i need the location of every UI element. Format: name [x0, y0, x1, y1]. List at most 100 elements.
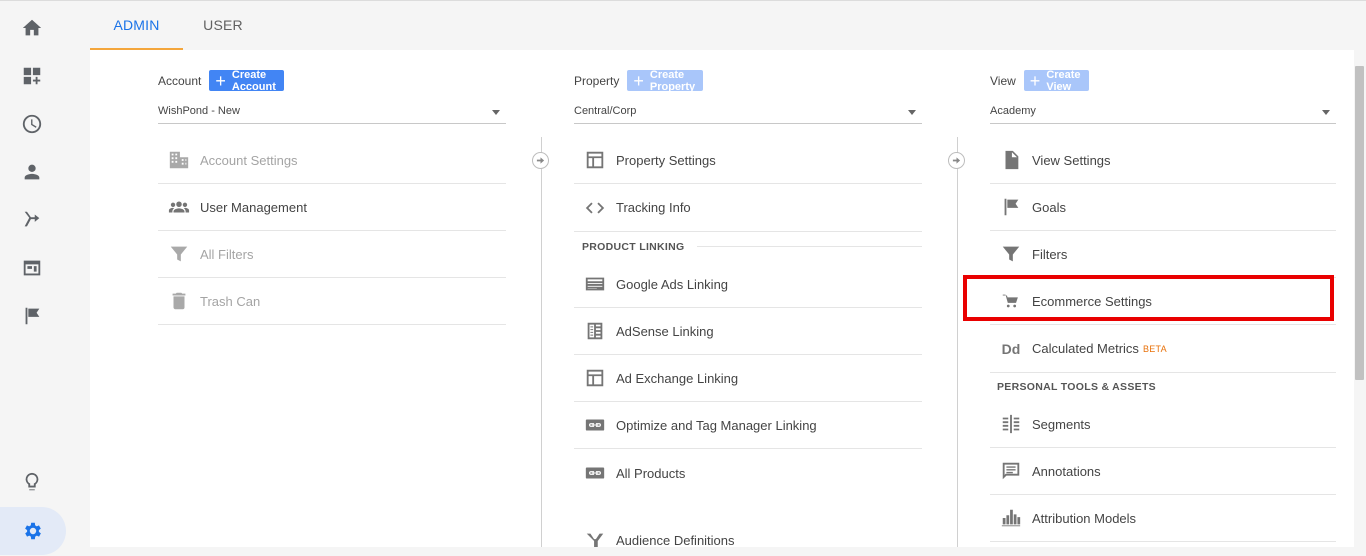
- all-filters-item[interactable]: All Filters: [158, 231, 506, 278]
- nav-customization[interactable]: [12, 56, 52, 96]
- create-account-label: Create Account: [231, 68, 276, 93]
- section-line: [696, 246, 922, 247]
- scrollbar[interactable]: [1355, 66, 1364, 380]
- all-filters-label: All Filters: [200, 246, 254, 262]
- adsense-linking-label: AdSense Linking: [616, 323, 714, 339]
- dd-icon: Dd: [1001, 340, 1021, 357]
- fork-icon: [586, 533, 604, 547]
- cart-icon: [1002, 294, 1018, 308]
- tab-bar: ADMIN USER: [90, 1, 1366, 50]
- building-icon: [169, 151, 189, 169]
- account-items: Account Settings User Management All Fil…: [158, 137, 506, 325]
- account-select-value: WishPond - New: [158, 105, 240, 117]
- create-property-label: Create Property: [649, 68, 696, 93]
- view-settings-label: View Settings: [1032, 152, 1111, 168]
- create-property-button[interactable]: + Create Property: [627, 68, 704, 93]
- segments-item[interactable]: Segments: [990, 401, 1336, 448]
- tab-user[interactable]: USER: [183, 1, 263, 50]
- group-icon: [168, 201, 190, 213]
- admin-content: Account + Create Account WishPond - New …: [90, 50, 1354, 547]
- window-icon: [586, 151, 604, 169]
- property-settings-label: Property Settings: [616, 152, 716, 168]
- person-icon: [24, 164, 40, 180]
- plus-icon: +: [215, 70, 226, 91]
- nav-acquisition[interactable]: [12, 200, 52, 240]
- nav-realtime[interactable]: [12, 104, 52, 144]
- personal-tools-heading: PERSONAL TOOLS & ASSETS: [990, 373, 1336, 401]
- dashboard-icon: [23, 67, 41, 85]
- property-select[interactable]: Central/Corp: [574, 100, 922, 124]
- list-box-icon: [585, 277, 605, 291]
- adsense-linking-item[interactable]: AdSense Linking: [574, 308, 922, 355]
- annotations-label: Annotations: [1032, 463, 1101, 479]
- plus-icon: +: [1029, 70, 1041, 91]
- optimize-tag-manager-linking-label: Optimize and Tag Manager Linking: [616, 417, 817, 433]
- segments-label: Segments: [1032, 416, 1091, 432]
- user-management-item[interactable]: User Management: [158, 184, 506, 231]
- nav-home[interactable]: [12, 8, 52, 48]
- ad-exchange-linking-label: Ad Exchange Linking: [616, 370, 739, 386]
- create-account-button[interactable]: + Create Account: [209, 68, 284, 93]
- document-grid-icon: [587, 322, 603, 340]
- document-icon: [1005, 150, 1019, 170]
- code-icon: [585, 202, 605, 213]
- view-select-value: Academy: [990, 105, 1036, 117]
- flag-icon: [1004, 198, 1019, 216]
- clock-icon: [22, 114, 42, 134]
- property-items: Property Settings Tracking Info PRODUCT …: [574, 137, 922, 547]
- optimize-tag-manager-linking-item[interactable]: Optimize and Tag Manager Linking: [574, 402, 922, 449]
- personal-tools-title: PERSONAL TOOLS & ASSETS: [997, 381, 1156, 393]
- flag-icon: [25, 307, 40, 325]
- caret-down-icon: [908, 110, 916, 115]
- product-linking-heading: PRODUCT LINKING: [574, 232, 922, 261]
- trash-can-item[interactable]: Trash Can: [158, 278, 506, 325]
- audience-definitions-label: Audience Definitions: [616, 533, 735, 547]
- arrow-right-icon: [532, 152, 549, 169]
- trash-icon: [172, 292, 186, 310]
- column-divider: [541, 137, 542, 547]
- segments-icon: [1002, 414, 1020, 434]
- nav-admin[interactable]: [0, 507, 66, 555]
- account-settings-item[interactable]: Account Settings: [158, 137, 506, 184]
- goals-item[interactable]: Goals: [990, 184, 1336, 231]
- comment-icon: [1002, 462, 1020, 480]
- link-icon: [585, 467, 605, 479]
- create-view-button[interactable]: + Create View: [1023, 68, 1089, 93]
- all-products-item[interactable]: All Products: [574, 449, 922, 497]
- all-products-label: All Products: [616, 465, 686, 481]
- nav-discover[interactable]: [12, 462, 52, 502]
- ecommerce-settings-item[interactable]: Ecommerce Settings: [990, 278, 1336, 325]
- account-select[interactable]: WishPond - New: [158, 100, 506, 124]
- tracking-info-item[interactable]: Tracking Info: [574, 184, 922, 231]
- acquisition-icon: [24, 211, 40, 227]
- attribution-models-label: Attribution Models: [1032, 510, 1137, 526]
- calculated-metrics-label: Calculated Metrics: [1032, 341, 1139, 356]
- audience-definitions-item[interactable]: Audience Definitions: [574, 517, 922, 547]
- view-items: View Settings Goals Filters Ecommerce Se…: [990, 137, 1336, 542]
- plus-icon: +: [633, 70, 644, 91]
- account-settings-label: Account Settings: [200, 152, 298, 168]
- filters-item[interactable]: Filters: [990, 231, 1336, 278]
- behavior-icon: [23, 260, 41, 276]
- property-select-value: Central/Corp: [574, 105, 637, 117]
- create-view-label: Create View: [1046, 68, 1081, 93]
- arrow-right-icon: [948, 152, 965, 169]
- google-ads-linking-label: Google Ads Linking: [616, 276, 729, 292]
- view-settings-item[interactable]: View Settings: [990, 137, 1336, 184]
- nav-conversions[interactable]: [12, 296, 52, 336]
- calculated-metrics-item[interactable]: Dd Calculated Metrics BETA: [990, 325, 1336, 372]
- ad-exchange-linking-item[interactable]: Ad Exchange Linking: [574, 355, 922, 402]
- home-icon: [22, 19, 42, 36]
- caret-down-icon: [492, 110, 500, 115]
- view-select[interactable]: Academy: [990, 100, 1336, 124]
- property-settings-item[interactable]: Property Settings: [574, 137, 922, 184]
- annotations-item[interactable]: Annotations: [990, 448, 1336, 495]
- google-ads-linking-item[interactable]: Google Ads Linking: [574, 261, 922, 308]
- attribution-models-item[interactable]: Attribution Models: [990, 495, 1336, 542]
- product-linking-title: PRODUCT LINKING: [582, 240, 685, 253]
- tab-admin[interactable]: ADMIN: [90, 1, 183, 50]
- account-header: Account + Create Account: [158, 68, 284, 93]
- nav-audience[interactable]: [12, 152, 52, 192]
- nav-behavior[interactable]: [12, 248, 52, 288]
